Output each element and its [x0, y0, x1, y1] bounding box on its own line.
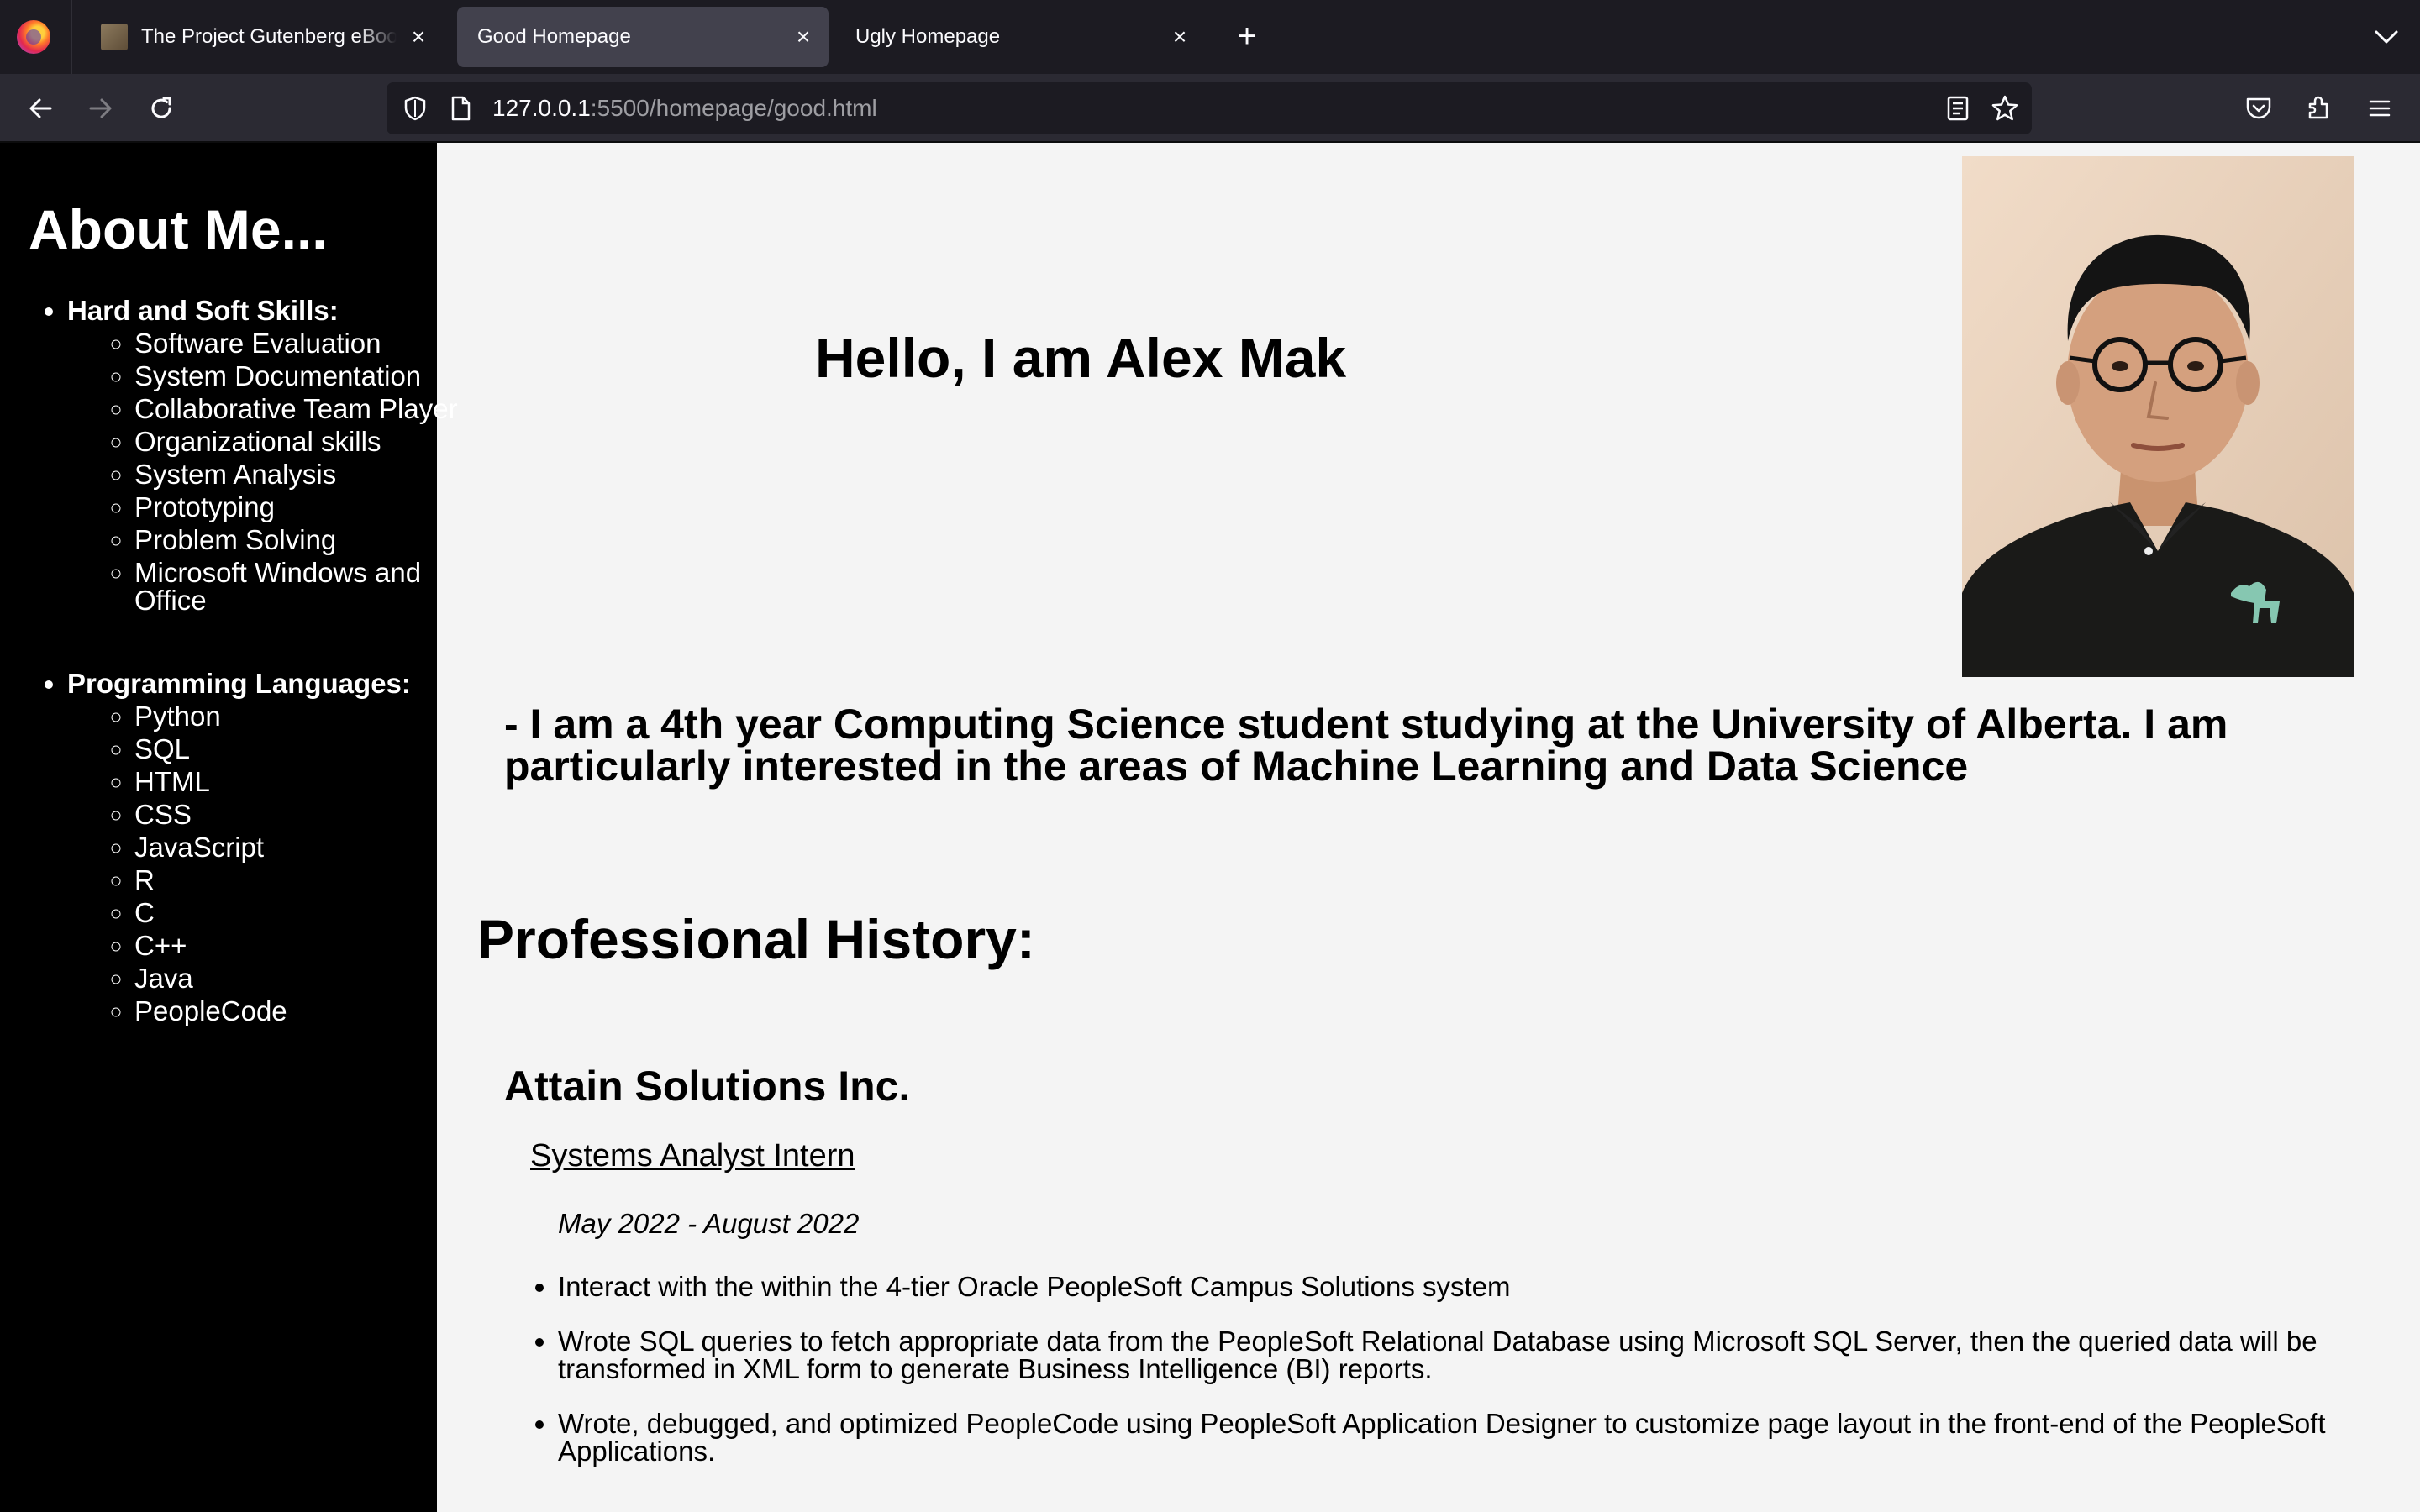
- skills-heading: Hard and Soft Skills:: [67, 294, 339, 326]
- intro-text: - I am a 4th year Computing Science stud…: [504, 701, 2228, 790]
- skill-item: Organizational skills: [134, 425, 471, 458]
- back-arrow-icon[interactable]: [20, 88, 60, 129]
- languages-section: Programming Languages: Python SQL HTML C…: [67, 667, 437, 1027]
- book-favicon-icon: [101, 24, 128, 50]
- navigation-toolbar: 127.0.0.1:5500/homepage/good.html: [0, 74, 2420, 143]
- close-tab-icon[interactable]: ×: [1168, 25, 1192, 49]
- tab-title: The Project Gutenberg eBook of: [141, 25, 397, 48]
- page-icon[interactable]: [444, 92, 477, 125]
- skill-item: Software Evaluation: [134, 327, 471, 360]
- tab-bar: The Project Gutenberg eBook of × Good Ho…: [0, 0, 2420, 74]
- reload-icon[interactable]: [141, 88, 182, 129]
- extensions-puzzle-icon[interactable]: [2299, 88, 2339, 129]
- sidebar-title: About Me...: [29, 198, 328, 260]
- company-name: Attain Solutions Inc.: [504, 1063, 911, 1110]
- about-me-list: Hard and Soft Skills: Software Evaluatio…: [29, 294, 458, 1027]
- close-tab-icon[interactable]: ×: [407, 25, 430, 49]
- skill-item: Problem Solving: [134, 523, 471, 556]
- languages-list: Python SQL HTML CSS JavaScript R C C++ J…: [67, 700, 437, 1027]
- skills-list: Software Evaluation System Documentation…: [67, 327, 458, 617]
- main-content: Hello, I am Alex Mak - I am a 4th year C…: [437, 143, 2420, 1512]
- duty-item: Interact with the within the 4-tier Orac…: [558, 1273, 2407, 1300]
- skills-section: Hard and Soft Skills: Software Evaluatio…: [67, 294, 458, 617]
- job-title: Systems Analyst Intern: [530, 1138, 855, 1173]
- language-item: HTML: [134, 765, 471, 798]
- skill-item: Prototyping: [134, 491, 471, 523]
- bookmark-star-icon[interactable]: [1988, 92, 2022, 125]
- url-path: :5500/homepage/good.html: [590, 95, 877, 121]
- about-me-sidebar: About Me... Hard and Soft Skills: Softwa…: [0, 143, 458, 1512]
- skill-item: Microsoft Windows and Office: [134, 556, 471, 617]
- profile-photo: [1962, 156, 2354, 677]
- language-item: R: [134, 864, 471, 896]
- language-item: CSS: [134, 798, 471, 831]
- language-item: SQL: [134, 732, 471, 765]
- list-all-tabs-chevron-down-icon[interactable]: [2368, 18, 2405, 55]
- language-item: Python: [134, 700, 471, 732]
- new-tab-button[interactable]: +: [1227, 17, 1267, 57]
- reader-view-icon[interactable]: [1941, 92, 1975, 125]
- tab-ugly-homepage[interactable]: Ugly Homepage ×: [835, 7, 1205, 67]
- skill-item: System Documentation: [134, 360, 471, 392]
- duty-item: Wrote SQL queries to fetch appropriate d…: [558, 1327, 2407, 1383]
- pocket-icon[interactable]: [2238, 88, 2279, 129]
- url-text[interactable]: 127.0.0.1:5500/homepage/good.html: [492, 82, 877, 134]
- tab-divider: [71, 0, 72, 74]
- firefox-logo-icon[interactable]: [17, 20, 50, 54]
- tab-title: Good Homepage: [477, 25, 631, 48]
- menu-hamburger-icon[interactable]: [2360, 88, 2400, 129]
- employment-dates: May 2022 - August 2022: [558, 1208, 860, 1239]
- forward-arrow-icon[interactable]: [81, 88, 121, 129]
- url-bar[interactable]: 127.0.0.1:5500/homepage/good.html: [387, 82, 2032, 134]
- url-host: 127.0.0.1: [492, 95, 591, 121]
- web-page: About Me... Hard and Soft Skills: Softwa…: [0, 143, 2420, 1512]
- duty-item: Wrote, debugged, and optimized PeopleCod…: [558, 1410, 2407, 1465]
- languages-heading: Programming Languages:: [67, 667, 411, 699]
- professional-history-heading: Professional History:: [477, 908, 1035, 970]
- tab-good-homepage[interactable]: Good Homepage ×: [457, 7, 829, 67]
- greeting-heading: Hello, I am Alex Mak: [815, 327, 1347, 389]
- language-item: C++: [134, 929, 471, 962]
- skill-item: Collaborative Team Player: [134, 392, 471, 425]
- language-item: PeopleCode: [134, 995, 471, 1027]
- language-item: Java: [134, 962, 471, 995]
- tab-title: Ugly Homepage: [855, 25, 1001, 48]
- close-tab-icon[interactable]: ×: [792, 25, 815, 49]
- job-duties-list: Interact with the within the 4-tier Orac…: [558, 1273, 2407, 1492]
- tab-gutenberg[interactable]: The Project Gutenberg eBook of ×: [81, 7, 444, 67]
- skill-item: System Analysis: [134, 458, 471, 491]
- shield-icon[interactable]: [398, 92, 432, 125]
- language-item: C: [134, 896, 471, 929]
- language-item: JavaScript: [134, 831, 471, 864]
